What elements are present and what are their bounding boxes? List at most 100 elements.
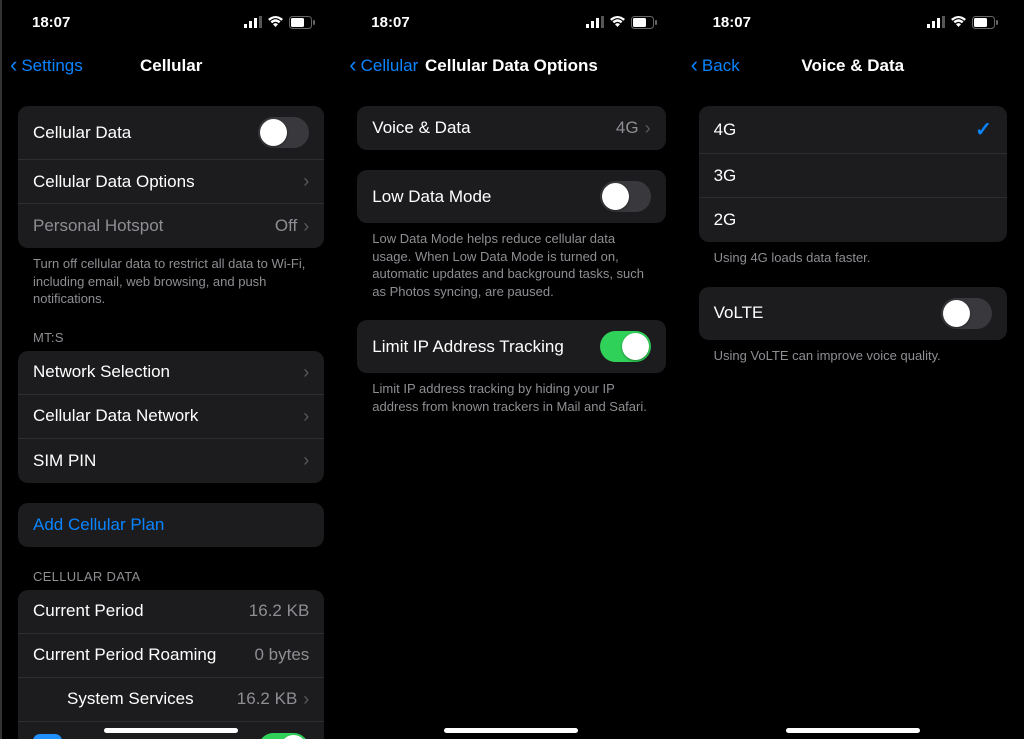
detail: 0 bytes bbox=[254, 645, 309, 665]
row-low-data-mode[interactable]: Low Data Mode bbox=[357, 170, 665, 223]
group-usage: Current Period 16.2 KB Current Period Ro… bbox=[18, 590, 324, 739]
home-indicator[interactable] bbox=[104, 728, 238, 733]
row-add-cellular-plan[interactable]: Add Cellular Plan bbox=[18, 503, 324, 547]
label: Cellular Data bbox=[33, 123, 258, 143]
label: Voice & Data bbox=[372, 118, 616, 138]
battery-icon bbox=[631, 16, 658, 29]
cellular-data-toggle[interactable] bbox=[258, 117, 309, 148]
usage-header: CELLULAR DATA bbox=[33, 569, 309, 584]
voice-and-data-screen: 18:07 ‹ Back Voice & Data 4G ✓ 3G 2G Usi… bbox=[683, 0, 1024, 739]
content[interactable]: Voice & Data 4G › Low Data Mode Low Data… bbox=[341, 88, 681, 739]
home-indicator[interactable] bbox=[786, 728, 920, 733]
checkmark-icon: ✓ bbox=[975, 117, 992, 142]
group-cellular: Cellular Data Cellular Data Options › Pe… bbox=[18, 106, 324, 248]
label: 4G bbox=[714, 120, 976, 140]
label: System Services bbox=[67, 689, 237, 709]
back-button[interactable]: ‹ Cellular bbox=[349, 56, 418, 76]
group-voice-data: Voice & Data 4G › bbox=[357, 106, 665, 150]
label: Current Period Roaming bbox=[33, 645, 254, 665]
status-bar: 18:07 bbox=[2, 0, 340, 44]
battery-icon bbox=[972, 16, 999, 29]
row-limit-ip-tracking[interactable]: Limit IP Address Tracking bbox=[357, 320, 665, 373]
back-label: Cellular bbox=[361, 56, 419, 76]
home-indicator[interactable] bbox=[444, 728, 578, 733]
footer-text: Using 4G loads data faster. bbox=[714, 249, 992, 267]
status-right bbox=[586, 16, 658, 29]
nav-bar: ‹ Settings Cellular bbox=[2, 44, 340, 88]
signal-icon bbox=[927, 16, 945, 28]
nav-bar: ‹ Back Voice & Data bbox=[683, 44, 1023, 88]
footer-text: Limit IP address tracking by hiding your… bbox=[372, 380, 650, 415]
chevron-right-icon: › bbox=[303, 450, 309, 471]
label: 2G bbox=[714, 210, 992, 230]
detail: 16.2 KB bbox=[249, 601, 310, 621]
nav-bar: ‹ Cellular Cellular Data Options bbox=[341, 44, 681, 88]
status-right bbox=[244, 16, 316, 29]
label: Personal Hotspot bbox=[33, 216, 275, 236]
status-time: 18:07 bbox=[32, 14, 70, 31]
content[interactable]: 4G ✓ 3G 2G Using 4G loads data faster. V… bbox=[683, 88, 1023, 739]
label: Network Selection bbox=[33, 362, 303, 382]
chevron-left-icon: ‹ bbox=[349, 54, 356, 76]
limit-ip-toggle[interactable] bbox=[600, 331, 651, 362]
chevron-right-icon: › bbox=[303, 362, 309, 383]
group-add-plan: Add Cellular Plan bbox=[18, 503, 324, 547]
group-limit-ip: Limit IP Address Tracking bbox=[357, 320, 665, 373]
wifi-icon bbox=[950, 16, 967, 28]
back-button[interactable]: ‹ Back bbox=[691, 56, 740, 76]
status-bar: 18:07 bbox=[683, 0, 1023, 44]
status-right bbox=[927, 16, 999, 29]
footer-text: Turn off cellular data to restrict all d… bbox=[33, 255, 309, 308]
detail: 16.2 KB bbox=[237, 689, 298, 709]
volte-toggle[interactable] bbox=[941, 298, 992, 329]
cellular-settings-screen: 18:07 ‹ Settings Cellular Cellular Data … bbox=[0, 0, 341, 739]
row-3g[interactable]: 3G bbox=[699, 154, 1007, 198]
detail: 4G bbox=[616, 118, 639, 138]
chevron-right-icon: › bbox=[303, 406, 309, 427]
detail: Off bbox=[275, 216, 297, 236]
low-data-mode-toggle[interactable] bbox=[600, 181, 651, 212]
chevron-left-icon: ‹ bbox=[10, 54, 17, 76]
carrier-header: MT:S bbox=[33, 330, 309, 345]
label: Limit IP Address Tracking bbox=[372, 337, 599, 357]
row-volte[interactable]: VoLTE bbox=[699, 287, 1007, 340]
row-current-period[interactable]: Current Period 16.2 KB bbox=[18, 590, 324, 634]
status-time: 18:07 bbox=[713, 14, 751, 31]
back-label: Back bbox=[702, 56, 740, 76]
row-cellular-data[interactable]: Cellular Data bbox=[18, 106, 324, 160]
back-button[interactable]: ‹ Settings bbox=[10, 56, 83, 76]
status-bar: 18:07 bbox=[341, 0, 681, 44]
label: Add Cellular Plan bbox=[33, 515, 309, 535]
label: Cellular Data Network bbox=[33, 406, 303, 426]
label: Current Period bbox=[33, 601, 249, 621]
label: VoLTE bbox=[714, 303, 941, 323]
wifi-icon bbox=[609, 16, 626, 28]
row-current-period-roaming[interactable]: Current Period Roaming 0 bytes bbox=[18, 634, 324, 678]
chevron-left-icon: ‹ bbox=[691, 54, 698, 76]
row-voice-and-data[interactable]: Voice & Data 4G › bbox=[357, 106, 665, 150]
group-volte: VoLTE bbox=[699, 287, 1007, 340]
row-system-services[interactable]: System Services 16.2 KB › bbox=[18, 678, 324, 722]
footer-text: Using VoLTE can improve voice quality. bbox=[714, 347, 992, 365]
row-cellular-data-network[interactable]: Cellular Data Network › bbox=[18, 395, 324, 439]
row-2g[interactable]: 2G bbox=[699, 198, 1007, 242]
back-label: Settings bbox=[21, 56, 82, 76]
row-cellular-data-options[interactable]: Cellular Data Options › bbox=[18, 160, 324, 204]
label: Low Data Mode bbox=[372, 187, 599, 207]
chevron-right-icon: › bbox=[645, 118, 651, 139]
cellular-data-options-screen: 18:07 ‹ Cellular Cellular Data Options V… bbox=[341, 0, 682, 739]
signal-icon bbox=[586, 16, 604, 28]
row-4g[interactable]: 4G ✓ bbox=[699, 106, 1007, 154]
appstore-toggle[interactable] bbox=[258, 733, 309, 739]
chevron-right-icon: › bbox=[303, 689, 309, 710]
appstore-icon: A bbox=[33, 734, 62, 739]
row-sim-pin[interactable]: SIM PIN › bbox=[18, 439, 324, 483]
chevron-right-icon: › bbox=[303, 216, 309, 237]
content[interactable]: Cellular Data Cellular Data Options › Pe… bbox=[2, 88, 340, 739]
row-personal-hotspot[interactable]: Personal Hotspot Off › bbox=[18, 204, 324, 248]
label: Cellular Data Options bbox=[33, 172, 303, 192]
group-low-data: Low Data Mode bbox=[357, 170, 665, 223]
group-carrier: Network Selection › Cellular Data Networ… bbox=[18, 351, 324, 483]
footer-text: Low Data Mode helps reduce cellular data… bbox=[372, 230, 650, 300]
row-network-selection[interactable]: Network Selection › bbox=[18, 351, 324, 395]
